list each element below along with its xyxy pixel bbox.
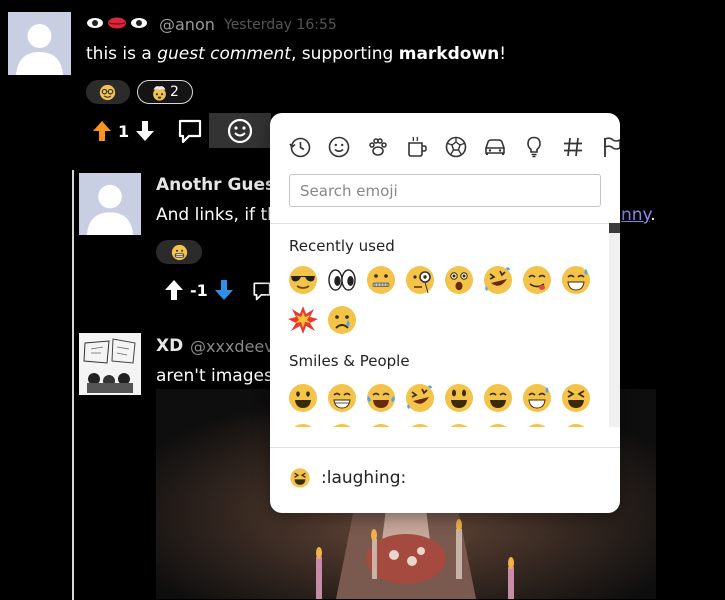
objects-icon[interactable] bbox=[520, 133, 547, 160]
activities-icon[interactable] bbox=[442, 133, 469, 160]
laughing-emoji-icon bbox=[290, 468, 310, 488]
smileys-icon[interactable] bbox=[325, 133, 352, 160]
zipper-mouth-emoji[interactable] bbox=[364, 263, 398, 297]
monocle-face-emoji[interactable] bbox=[403, 263, 437, 297]
partial-emoji[interactable] bbox=[442, 421, 476, 427]
scrollbar-thumb[interactable] bbox=[609, 223, 620, 233]
scrollbar-track[interactable] bbox=[609, 223, 620, 427]
grinning-sweat-emoji[interactable] bbox=[520, 381, 554, 415]
avatar bbox=[79, 333, 141, 395]
avatar bbox=[79, 173, 141, 235]
vote-controls: -1 bbox=[164, 279, 234, 301]
grinning-sweat-emoji[interactable] bbox=[559, 263, 593, 297]
smiles-grid-viewport bbox=[270, 373, 609, 427]
eye-icon bbox=[87, 18, 103, 28]
user-handle[interactable]: @xxxdeev bbox=[190, 337, 274, 356]
nerd-face-icon bbox=[99, 84, 115, 100]
comment-body: aren't images bbox=[156, 366, 273, 386]
rolling-laughing-emoji[interactable] bbox=[481, 263, 515, 297]
upvote-arrow-icon[interactable] bbox=[92, 120, 112, 142]
upvote-arrow-icon[interactable] bbox=[164, 279, 184, 301]
timestamp: Yesterday 16:55 bbox=[224, 17, 337, 33]
partial-emoji[interactable] bbox=[403, 421, 437, 427]
partial-emoji[interactable] bbox=[364, 421, 398, 427]
grinning-big-eyes-emoji[interactable] bbox=[442, 381, 476, 415]
manga-avatar-image bbox=[79, 333, 141, 395]
eyes-emoji[interactable] bbox=[325, 263, 359, 297]
beaming-face-emoji[interactable] bbox=[325, 381, 359, 415]
username[interactable]: XD bbox=[156, 336, 183, 356]
lips-icon bbox=[108, 17, 126, 29]
travel-icon[interactable] bbox=[481, 133, 508, 160]
partial-emoji[interactable] bbox=[325, 421, 359, 427]
username[interactable]: Anothr Guest bbox=[156, 175, 283, 195]
comment-icon bbox=[253, 282, 271, 301]
divider bbox=[270, 223, 620, 224]
avatar bbox=[8, 12, 71, 75]
score: -1 bbox=[190, 280, 208, 300]
partial-emoji[interactable] bbox=[520, 421, 554, 427]
sunglasses-emoji[interactable] bbox=[286, 263, 320, 297]
tears-of-joy-emoji[interactable] bbox=[364, 381, 398, 415]
emoji-search-input[interactable] bbox=[289, 174, 601, 207]
astonished-face-emoji[interactable] bbox=[442, 263, 476, 297]
add-reaction-button[interactable] bbox=[209, 113, 271, 148]
reaction-pill[interactable]: 2 bbox=[137, 80, 193, 104]
animals-icon[interactable] bbox=[364, 133, 391, 160]
emoji-picker: Recently used Smiles bbox=[270, 113, 620, 513]
partial-emoji[interactable] bbox=[481, 421, 515, 427]
rolling-laughing-emoji[interactable] bbox=[403, 381, 437, 415]
collision-emoji[interactable] bbox=[286, 303, 320, 337]
emoji-preview: :laughing: bbox=[289, 467, 406, 489]
flags-icon[interactable] bbox=[598, 133, 620, 160]
divider bbox=[270, 447, 620, 448]
symbols-icon[interactable] bbox=[559, 133, 586, 160]
vote-controls: 1 bbox=[92, 120, 155, 142]
smiley-icon bbox=[227, 118, 253, 143]
partial-emoji[interactable] bbox=[286, 421, 320, 427]
reaction-count: 2 bbox=[170, 84, 179, 100]
comment-icon bbox=[178, 119, 202, 144]
eye-icon bbox=[131, 18, 147, 28]
grinning-face-emoji[interactable] bbox=[286, 381, 320, 415]
emoji-preview-label: :laughing: bbox=[321, 468, 407, 488]
username[interactable]: @anon bbox=[159, 15, 215, 34]
section-title-recent: Recently used bbox=[289, 237, 395, 255]
downvote-arrow-icon[interactable] bbox=[214, 279, 234, 301]
smiling-eyes-grin-emoji[interactable] bbox=[481, 381, 515, 415]
food-icon[interactable] bbox=[403, 133, 430, 160]
score: 1 bbox=[118, 121, 130, 141]
reaction-pill[interactable] bbox=[86, 80, 130, 104]
comment-body: And links, if th bbox=[156, 205, 278, 225]
reaction-pill[interactable] bbox=[156, 240, 202, 264]
exploding-head-icon bbox=[153, 85, 166, 101]
comment-body: this is a guest comment, supporting mark… bbox=[86, 44, 507, 64]
yum-face-emoji[interactable] bbox=[520, 263, 554, 297]
recent-icon[interactable] bbox=[286, 133, 313, 160]
reply-button[interactable] bbox=[252, 277, 272, 305]
smiles-emoji-grid bbox=[286, 381, 598, 427]
partial-emoji[interactable] bbox=[559, 421, 593, 427]
comment-link-fragment[interactable]: nny. bbox=[621, 205, 656, 225]
grimacing-face-icon bbox=[171, 244, 187, 260]
recent-emoji-grid bbox=[286, 263, 598, 337]
reply-button[interactable] bbox=[176, 117, 204, 145]
category-bar bbox=[286, 133, 620, 160]
downvote-arrow-icon[interactable] bbox=[135, 120, 155, 142]
section-title-smiles: Smiles & People bbox=[289, 352, 410, 370]
laughing-squint-emoji[interactable] bbox=[559, 381, 593, 415]
user-badges bbox=[86, 16, 148, 30]
crying-face-emoji[interactable] bbox=[325, 303, 359, 337]
thread-line bbox=[72, 170, 74, 600]
